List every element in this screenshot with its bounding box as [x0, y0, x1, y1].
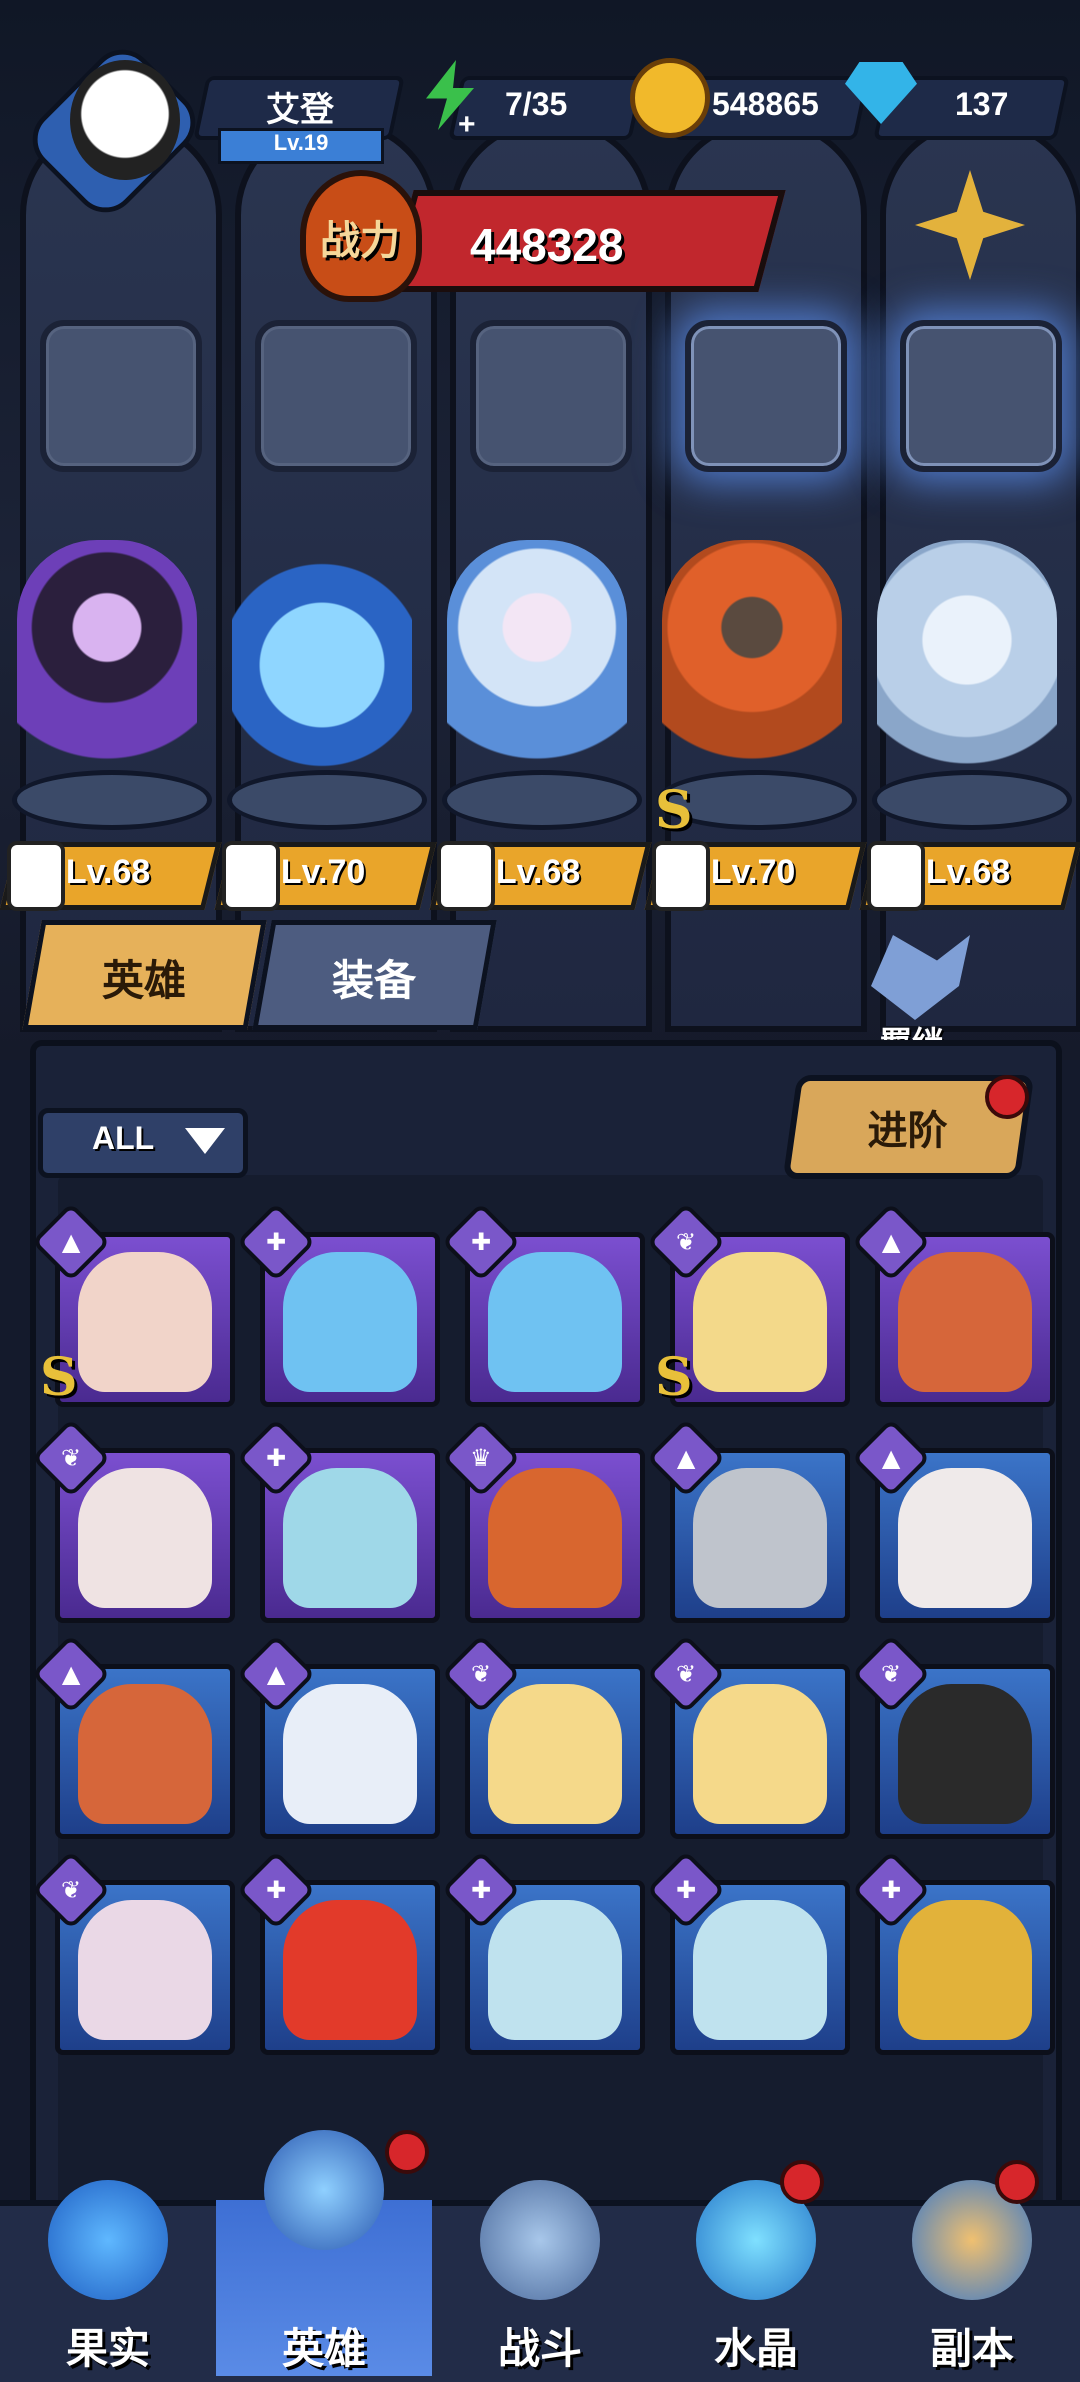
player-level: Lv.19 — [273, 130, 329, 155]
nav-dungeon[interactable]: 副本 — [864, 2180, 1080, 2376]
nav-label: 水晶 — [713, 2324, 798, 2373]
wrench-class-icon — [222, 841, 280, 911]
hero-slot-yeti[interactable] — [877, 540, 1057, 790]
hero-portrait — [283, 1900, 417, 2040]
beast-class-sigil-icon — [900, 320, 1062, 472]
nav-fruit[interactable]: 果实 — [0, 2180, 216, 2376]
hero-portrait — [488, 1252, 622, 1392]
nav-label: 战斗 — [497, 2324, 582, 2373]
tab-equipment-label: 装备 — [332, 956, 417, 1005]
hero-portrait — [488, 1684, 622, 1824]
gem-value: 137 — [955, 86, 1009, 122]
nav-crystal[interactable]: 水晶 — [648, 2180, 864, 2376]
nav-label: 副本 — [929, 2324, 1014, 2373]
stamina-value: 7/35 — [505, 86, 568, 122]
hero-portrait — [898, 1252, 1032, 1392]
hero-portrait — [898, 1468, 1032, 1608]
power-label: 战力 — [320, 218, 400, 264]
mage-class-sigil-icon — [470, 320, 632, 472]
tab-heroes[interactable]: 英雄 — [22, 920, 267, 1030]
hero-portrait — [78, 1252, 212, 1392]
wing-class-icon — [6, 841, 65, 911]
tab-equipment[interactable]: 装备 — [252, 920, 497, 1030]
hero-portrait — [898, 1684, 1032, 1824]
hero-portrait — [283, 1684, 417, 1824]
hero-level-badge: Lv.68 — [429, 841, 652, 911]
hero-level: Lv.68 — [65, 853, 151, 891]
hero-level: Lv.70 — [280, 853, 366, 891]
power-value: 448328 — [470, 219, 624, 271]
gold-coin-icon — [630, 58, 710, 138]
hero-portrait — [693, 1900, 827, 2040]
notification-dot — [780, 2160, 824, 2204]
nav-battle[interactable]: 战斗 — [432, 2180, 648, 2376]
notification-dot — [995, 2160, 1039, 2204]
hero-portrait — [488, 1468, 622, 1608]
fruit-icon — [48, 2180, 168, 2300]
hero-portrait — [488, 1900, 622, 2040]
hero-slot-orb-creature[interactable] — [232, 540, 412, 790]
wizard-hat-icon — [264, 2130, 384, 2250]
hero-portrait — [693, 1468, 827, 1608]
hero-portrait — [78, 1900, 212, 2040]
nav-heroes[interactable]: 英雄 — [216, 2130, 432, 2376]
chevron-down-icon — [185, 1128, 225, 1154]
plus-icon[interactable]: + — [458, 108, 476, 142]
notification-dot — [385, 2130, 429, 2174]
nav-label: 英雄 — [281, 2324, 366, 2373]
hero-level-badge: Lv.68 — [0, 841, 222, 911]
hero-slot-sorceress[interactable] — [17, 540, 197, 790]
hero-level: Lv.68 — [495, 853, 581, 891]
beast-class-icon — [867, 841, 925, 911]
hero-level-badge: Lv.70 — [214, 841, 437, 911]
player-name: 艾登 — [266, 91, 334, 129]
hero-portrait — [898, 1900, 1032, 2040]
hero-level: Lv.70 — [710, 853, 796, 891]
hero-slot-minotaur[interactable] — [662, 540, 842, 790]
gold-value: 548865 — [712, 86, 819, 122]
wrench-class-sigil-icon — [255, 320, 417, 472]
avatar — [70, 60, 180, 180]
s-rank-badge: S — [655, 1347, 693, 1408]
hero-portrait — [693, 1252, 827, 1392]
hero-portrait — [693, 1684, 827, 1824]
beast-class-icon — [652, 841, 710, 911]
hero-portrait — [283, 1252, 417, 1392]
s-rank-badge: S — [40, 1347, 78, 1408]
filter-selected: ALL — [92, 1120, 155, 1156]
beast-class-sigil-icon — [685, 320, 847, 472]
mage-class-icon — [437, 841, 495, 911]
tab-heroes-label: 英雄 — [102, 956, 187, 1005]
notification-dot — [985, 1075, 1029, 1119]
hero-portrait — [78, 1684, 212, 1824]
wing-class-sigil-icon — [40, 320, 202, 472]
hero-level-badge: Lv.70 — [644, 841, 867, 911]
sword-icon — [480, 2180, 600, 2300]
hero-level-badge: Lv.68 — [859, 841, 1080, 911]
hero-portrait — [78, 1468, 212, 1608]
nav-label: 果实 — [65, 2324, 150, 2373]
s-rank-badge: S — [655, 780, 693, 841]
hero-slot-ice-mage[interactable] — [447, 540, 627, 790]
hero-portrait — [283, 1468, 417, 1608]
hero-level: Lv.68 — [925, 853, 1011, 891]
